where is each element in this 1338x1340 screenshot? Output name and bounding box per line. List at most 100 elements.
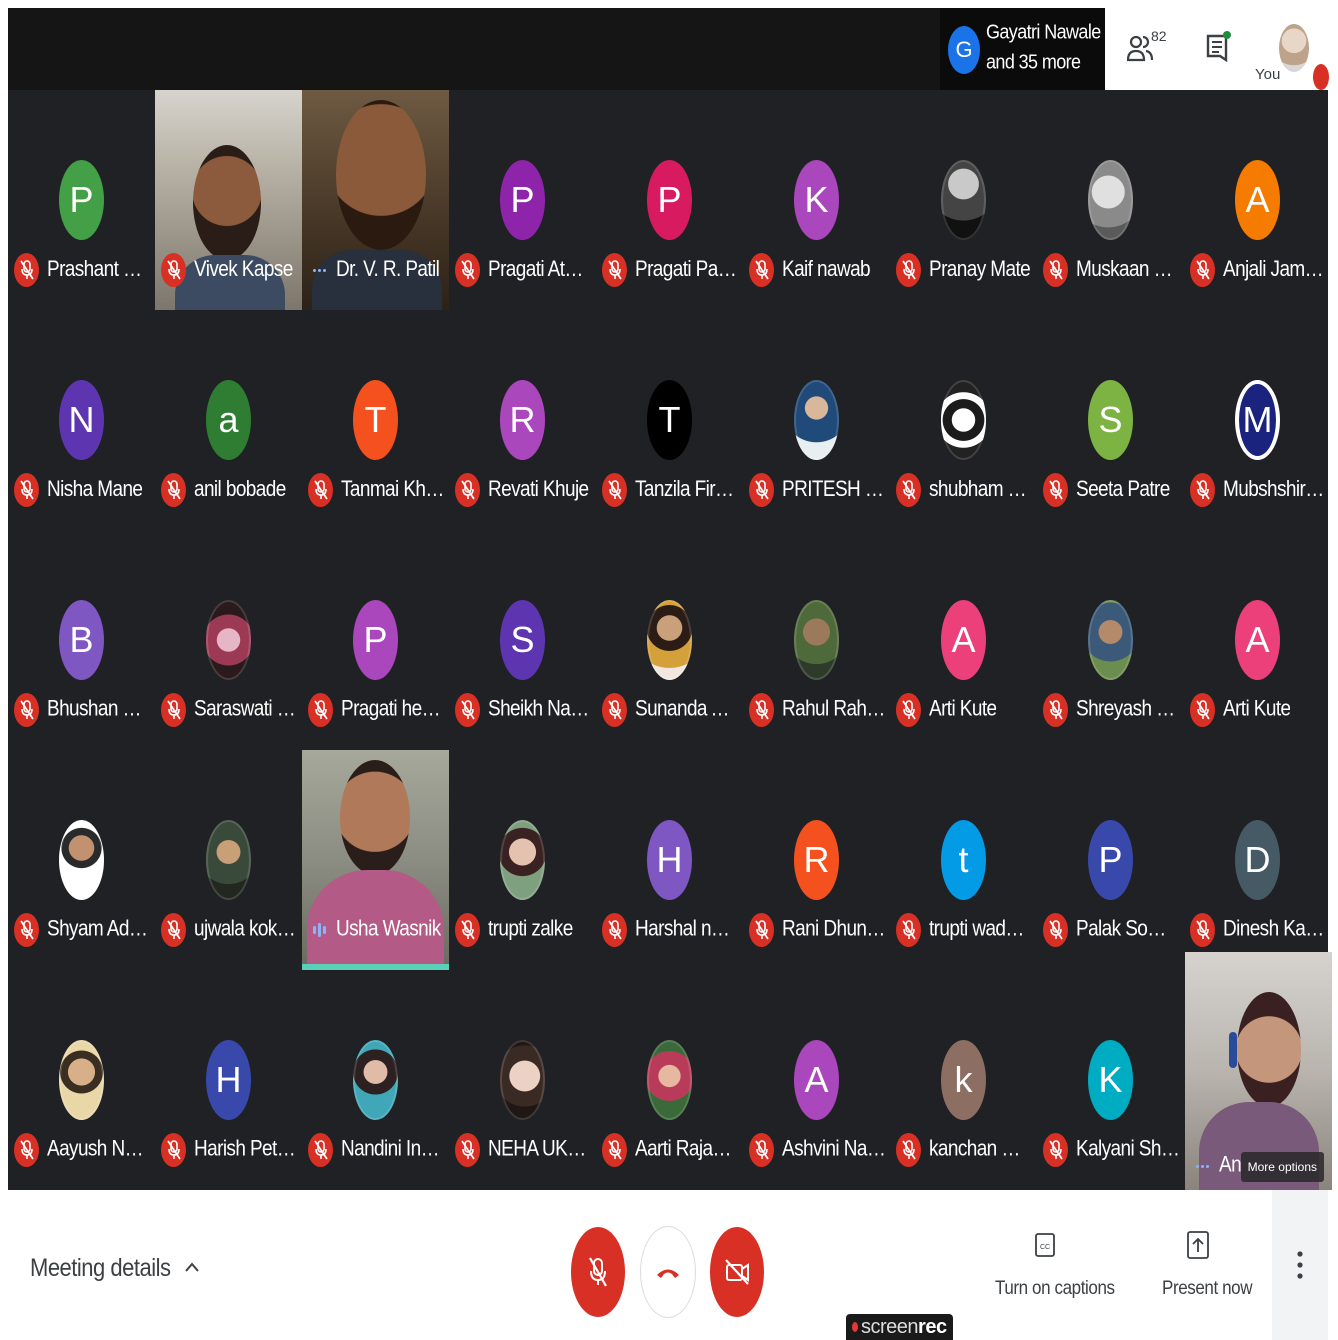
present-now-label: Present now [1162, 1276, 1253, 1299]
participant-tile[interactable]: R Revati Khuje [449, 310, 596, 530]
participant-name-bar: shubham umale [896, 472, 1033, 508]
participant-name: Muskaan Som... [1076, 257, 1180, 282]
participant-tile[interactable]: Sunanda Asw... [596, 530, 743, 750]
participant-tile[interactable]: ujwala kokate [155, 750, 302, 970]
participant-tile[interactable]: N Nisha Mane [8, 310, 155, 530]
participant-tile[interactable]: A Arti Kute [890, 530, 1037, 750]
participant-tile[interactable]: D Dinesh Kawade [1184, 750, 1331, 970]
participant-name-bar: Pragati Athole [455, 252, 592, 288]
participant-tile[interactable]: Pranay Mate [890, 90, 1037, 310]
participant-tile[interactable]: H Harish Petkar [155, 970, 302, 1190]
participant-name-bar: Nandini Ingale [308, 1132, 445, 1168]
muted-icon [455, 1133, 480, 1167]
participant-name: anil bobade [194, 477, 286, 502]
participant-avatar: T [647, 380, 692, 460]
participant-name-bar: Arti Kute [1190, 692, 1327, 728]
participant-avatar: A [1235, 160, 1280, 240]
participant-tile[interactable]: R Rani Dhunde [743, 750, 890, 970]
participant-tile[interactable]: P Pragati Pagrut [596, 90, 743, 310]
muted-icon [14, 473, 39, 507]
participant-tile[interactable]: P Pragati Athole [449, 90, 596, 310]
participant-tile[interactable]: A Ashvini Nandu... [743, 970, 890, 1190]
participant-tile[interactable]: M Mubshshireen... [1184, 310, 1331, 530]
participant-tile[interactable]: A Anjali Jambekar [1184, 90, 1331, 310]
participant-avatar: H [647, 820, 692, 900]
mic-off-icon [166, 700, 181, 720]
participant-name-bar: Vivek Kapse [161, 252, 298, 288]
participant-name-bar: Anjali Jambekar [1190, 252, 1327, 288]
mic-off-icon [460, 1140, 475, 1160]
participant-avatar: H [206, 1040, 251, 1120]
participant-tile[interactable]: S Seeta Patre [1037, 310, 1184, 530]
microphone-toggle-button[interactable] [571, 1227, 625, 1317]
mic-off-icon [1048, 260, 1063, 280]
participant-tile[interactable]: Saraswati Morle [155, 530, 302, 750]
participant-tile[interactable]: Shreyash Kavit... [1037, 530, 1184, 750]
hang-up-icon [657, 1269, 679, 1278]
participant-photo [500, 1040, 545, 1120]
leave-call-button[interactable] [641, 1227, 695, 1317]
mic-off-icon [313, 1140, 328, 1160]
mic-off-icon [313, 700, 328, 720]
participant-tile[interactable]: P Palak Somvan... [1037, 750, 1184, 970]
participant-tile[interactable]: PRITESH UKE [743, 310, 890, 530]
chat-icon [1206, 31, 1231, 63]
mic-off-icon [166, 1140, 181, 1160]
participant-tile[interactable]: Vivek Kapse [155, 90, 302, 310]
more-options-button[interactable]: More options [1240, 1152, 1324, 1182]
participant-tile[interactable]: Shyam Adhau [8, 750, 155, 970]
participant-name-bar: Kalyani Sheng... [1043, 1132, 1180, 1168]
participant-name: Pragati hekade [341, 697, 445, 722]
meeting-details-label: Meeting details [30, 1253, 171, 1282]
watermark-text-bold: rec [918, 1315, 947, 1338]
participant-tile[interactable]: H Harshal nande... [596, 750, 743, 970]
mic-off-icon [1195, 480, 1210, 500]
meeting-details-button[interactable]: Meeting details [30, 1248, 200, 1288]
participant-tile[interactable]: Rahul Rahate [743, 530, 890, 750]
participant-tile[interactable]: a anil bobade [155, 310, 302, 530]
participant-tile[interactable]: Aayush Nawale [8, 970, 155, 1190]
participant-tile[interactable]: shubham umale [890, 310, 1037, 530]
participant-tile[interactable]: T Tanzila Firdos [596, 310, 743, 530]
participant-tile[interactable]: B Bhushan Gaha... [8, 530, 155, 750]
muted-icon [896, 693, 921, 727]
presenter-chip[interactable]: G Gayatri Nawale and 35 more [940, 8, 1105, 90]
participant-tile[interactable]: K Kalyani Sheng... [1037, 970, 1184, 1190]
participant-tile[interactable]: NEHA UKALK... [449, 970, 596, 1190]
participant-tile[interactable]: Aarti Rajankar [596, 970, 743, 1190]
participant-avatar: M [1235, 380, 1280, 460]
participant-tile[interactable]: Muskaan Som... [1037, 90, 1184, 310]
participant-name-bar: Aayush Nawale [14, 1132, 151, 1168]
participant-tile[interactable]: S Sheikh Nadim [449, 530, 596, 750]
participant-tile[interactable]: k kanchan Dhah... [890, 970, 1037, 1190]
participant-tile[interactable]: Dr. V. R. Patil [302, 90, 449, 310]
participant-tile[interactable]: T Tanmai Khand... [302, 310, 449, 530]
participant-tile[interactable]: Usha Wasnik [302, 750, 449, 970]
people-button[interactable]: 82 [1127, 28, 1169, 68]
participant-avatar: A [1235, 600, 1280, 680]
participant-name: Shreyash Kavit... [1076, 697, 1180, 722]
muted-icon [161, 253, 186, 287]
mic-off-icon [901, 260, 916, 280]
muted-icon [455, 913, 480, 947]
participant-name-bar: Pranay Mate [896, 252, 1033, 288]
participant-tile[interactable]: A Arti Kute [1184, 530, 1331, 750]
participant-tile[interactable]: K Kaif nawab [743, 90, 890, 310]
more-options-menu-button[interactable] [1272, 1190, 1328, 1340]
captions-button[interactable]: CC Turn on captions [985, 1228, 1115, 1308]
participant-name: Rahul Rahate [782, 697, 886, 722]
participant-tile[interactable]: An More options [1185, 952, 1332, 1190]
chat-button[interactable] [1205, 30, 1235, 70]
watermark-dot [852, 1322, 858, 1332]
participant-tile[interactable]: Nandini Ingale [302, 970, 449, 1190]
participant-tile[interactable]: trupti zalke [449, 750, 596, 970]
participant-tile[interactable]: P Prashant Gaw... [8, 90, 155, 310]
participant-name-bar: trupti zalke [455, 912, 592, 948]
participant-name: Arti Kute [929, 697, 997, 722]
participant-name: Tanmai Khand... [341, 477, 445, 502]
self-view[interactable]: You [1255, 20, 1329, 90]
participant-tile[interactable]: t trupti wadatkar [890, 750, 1037, 970]
present-now-button[interactable]: Present now [1150, 1228, 1253, 1308]
participant-tile[interactable]: P Pragati hekade [302, 530, 449, 750]
camera-toggle-button[interactable] [710, 1227, 764, 1317]
